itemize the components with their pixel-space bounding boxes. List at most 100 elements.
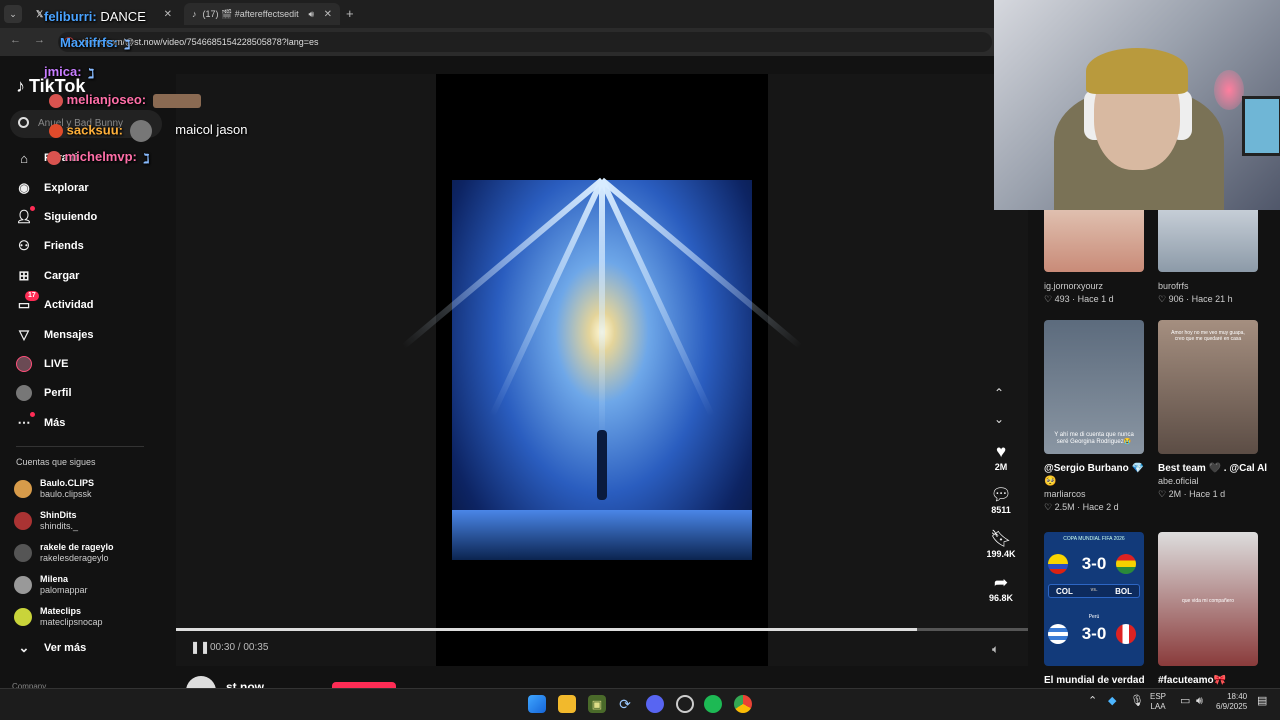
chrome-icon[interactable] bbox=[734, 695, 752, 713]
notification-center-icon[interactable]: ▤ bbox=[1257, 696, 1267, 707]
network-icon[interactable]: ▭ bbox=[1180, 696, 1190, 707]
language-indicator[interactable]: ESP LAA bbox=[1150, 692, 1166, 712]
like-button[interactable]: ♥ 2M bbox=[986, 442, 1016, 472]
following-account[interactable]: Mateclips mateclipsnocap bbox=[14, 606, 103, 628]
account-name: rakele de rageylo bbox=[40, 542, 114, 552]
new-tab-button[interactable]: + bbox=[346, 6, 354, 21]
badge-icon bbox=[47, 150, 61, 165]
following-account[interactable]: rakele de rageylo rakelesderageylo bbox=[14, 542, 114, 564]
video-title[interactable]: #facuteamo🎀 bbox=[1158, 674, 1268, 687]
comment-count: 8511 bbox=[991, 505, 1011, 515]
close-tab-icon[interactable]: ✕ bbox=[164, 9, 172, 20]
volume-icon[interactable]: 🔈︎ bbox=[992, 642, 999, 657]
badge-icon bbox=[49, 124, 63, 138]
see-more-label: Ver más bbox=[44, 642, 87, 654]
following-account[interactable]: Milena palomappar bbox=[14, 574, 88, 596]
account-name: Milena bbox=[40, 574, 69, 584]
chat-username: michelmvp: bbox=[64, 149, 137, 164]
video-user[interactable]: marliarcos bbox=[1044, 488, 1154, 501]
flag-icon bbox=[1116, 554, 1136, 574]
chevron-down-icon[interactable]: ⌄ bbox=[994, 412, 1004, 426]
see-more-button[interactable]: ⌄ Ver más bbox=[16, 640, 87, 656]
sidebar-item-label: LIVE bbox=[44, 358, 69, 370]
steam-icon[interactable]: ⟳ bbox=[616, 695, 634, 713]
chat-username: Maxiifrfs: bbox=[60, 35, 118, 50]
tab-search-button[interactable]: ⌄ bbox=[4, 5, 22, 23]
like-count: 2M bbox=[994, 462, 1008, 472]
chat-username: melianjoseo: bbox=[66, 92, 147, 107]
chat-text: DANCE bbox=[100, 9, 146, 24]
video-thumbnail[interactable]: Y ahí me di cuenta que nunca seré Georgi… bbox=[1044, 320, 1144, 454]
bookmark-button[interactable]: 🔖︎ 199.4K bbox=[986, 529, 1016, 559]
video-thumbnail[interactable] bbox=[1044, 200, 1144, 272]
video-thumbnail[interactable]: COPA MUNDIAL FIFA 2026 3-0 COL vs. BOL P… bbox=[1044, 532, 1144, 666]
thumbnail-overlay-text: Y ahí me di cuenta que nunca seré Georgi… bbox=[1054, 432, 1134, 445]
thumbnail-overlay-text: que vida mi compañero bbox=[1182, 598, 1234, 604]
clock-date: 6/9/2025 bbox=[1216, 702, 1248, 711]
mute-tab-icon[interactable]: 🔊︎ bbox=[309, 9, 315, 20]
file-explorer-icon[interactable] bbox=[558, 695, 576, 713]
video-thumbnail[interactable] bbox=[1158, 200, 1258, 272]
avatar bbox=[14, 480, 32, 498]
video-user[interactable]: ig.jornorxyourz bbox=[1044, 280, 1154, 293]
video-user[interactable]: burofrfs bbox=[1158, 280, 1268, 293]
video-thumbnail[interactable]: que vida mi compañero bbox=[1158, 532, 1258, 666]
forward-arrow-icon[interactable]: → bbox=[34, 34, 45, 46]
badge-icon bbox=[49, 93, 63, 108]
sidebar-item-perfil[interactable]: Perfil bbox=[16, 385, 72, 401]
account-handle: shindits._ bbox=[40, 521, 79, 531]
sidebar-item-mensajes[interactable]: ▽ Mensajes bbox=[16, 327, 94, 343]
send-icon: ▽ bbox=[19, 327, 29, 342]
sidebar-item-label: Cargar bbox=[44, 270, 80, 282]
sidebar-item-explorar[interactable]: ◉ Explorar bbox=[16, 180, 88, 196]
compass-icon: ◉ bbox=[18, 180, 30, 195]
following-account[interactable]: ShinDits shindits._ bbox=[14, 510, 78, 532]
video-frame[interactable] bbox=[400, 177, 804, 560]
following-account[interactable]: Baulo.CLIPS baulo.clipssk bbox=[14, 478, 94, 500]
profile-icon bbox=[16, 385, 32, 401]
tray-app-icon[interactable]: ◆ bbox=[1108, 696, 1116, 707]
chevron-up-icon[interactable]: ⌃ bbox=[994, 386, 1004, 400]
share-button[interactable]: ➦ 96.8K bbox=[986, 573, 1016, 603]
sidebar-item-cargar[interactable]: ⊞ Cargar bbox=[16, 268, 80, 284]
microphone-icon[interactable]: 🎙︎ bbox=[1130, 696, 1144, 707]
volume-tray-icon[interactable]: 🔊︎ bbox=[1196, 696, 1203, 707]
comment-button[interactable]: 💬︎ 8511 bbox=[986, 485, 1016, 515]
video-user[interactable]: abe.oficial bbox=[1158, 475, 1268, 488]
sidebar-item-siguiendo[interactable]: 👤︎ Siguiendo bbox=[16, 206, 98, 225]
share-count: 96.8K bbox=[988, 593, 1014, 603]
sidebar-item-live[interactable]: LIVE bbox=[16, 356, 68, 372]
following-header: Cuentas que sigues bbox=[16, 457, 96, 467]
region-text: LAA bbox=[1150, 702, 1166, 711]
url-bar[interactable]: tiktok.com/@st.now/video/754668515422850… bbox=[58, 32, 992, 52]
video-title[interactable]: Best team 🖤 . @Cal Al bbox=[1158, 462, 1268, 475]
discord-icon[interactable] bbox=[646, 695, 664, 713]
pause-icon[interactable]: ❚❚ bbox=[190, 640, 210, 654]
sidebar-item-mas[interactable]: ⋯ Más bbox=[16, 412, 65, 431]
chat-username: sacksuu: bbox=[66, 122, 123, 138]
browser-tab-tiktok[interactable]: ♪ (17) 🎬 #aftereffectsedit 🔊︎ ✕ bbox=[184, 3, 340, 25]
show-hidden-icons-icon[interactable]: ⌃ bbox=[1088, 696, 1097, 707]
obs-icon[interactable] bbox=[676, 695, 694, 713]
spotify-icon[interactable] bbox=[704, 695, 722, 713]
sidebar-item-actividad[interactable]: ▭ 17 Actividad bbox=[16, 291, 94, 313]
sidebar-item-friends[interactable]: ⚇ Friends bbox=[16, 238, 84, 254]
tab-title: (17) 🎬 #aftereffectsedit bbox=[202, 8, 299, 19]
clock[interactable]: 18:40 6/9/2025 bbox=[1216, 692, 1247, 712]
video-title[interactable]: @Sergio Burbano 💎 🥺 bbox=[1044, 462, 1154, 488]
video-caption: #facuteamo🎀 bbox=[1158, 674, 1268, 687]
comment-icon: 💬︎ bbox=[990, 485, 1012, 504]
chat-username: feliburri: bbox=[44, 9, 97, 24]
video-progress-bar[interactable] bbox=[176, 628, 1028, 631]
back-arrow-icon[interactable]: ← bbox=[10, 34, 21, 46]
windows-start-icon[interactable] bbox=[528, 695, 546, 713]
close-tab-icon[interactable]: ✕ bbox=[324, 9, 332, 20]
sidebar-item-label: Siguiendo bbox=[44, 211, 98, 223]
heart-icon: ♥ bbox=[995, 442, 1007, 461]
video-thumbnail[interactable]: Amor hoy no me veo muy guapa, creo que m… bbox=[1158, 320, 1258, 454]
game-app-icon[interactable]: ▣ bbox=[588, 695, 606, 713]
upload-icon: ⊞ bbox=[18, 268, 30, 283]
tiktok-favicon-icon: ♪ bbox=[192, 9, 197, 19]
chat-message: sacksuu: maicol jason bbox=[46, 120, 248, 142]
video-title[interactable]: El mundial de verdad bbox=[1044, 674, 1154, 687]
